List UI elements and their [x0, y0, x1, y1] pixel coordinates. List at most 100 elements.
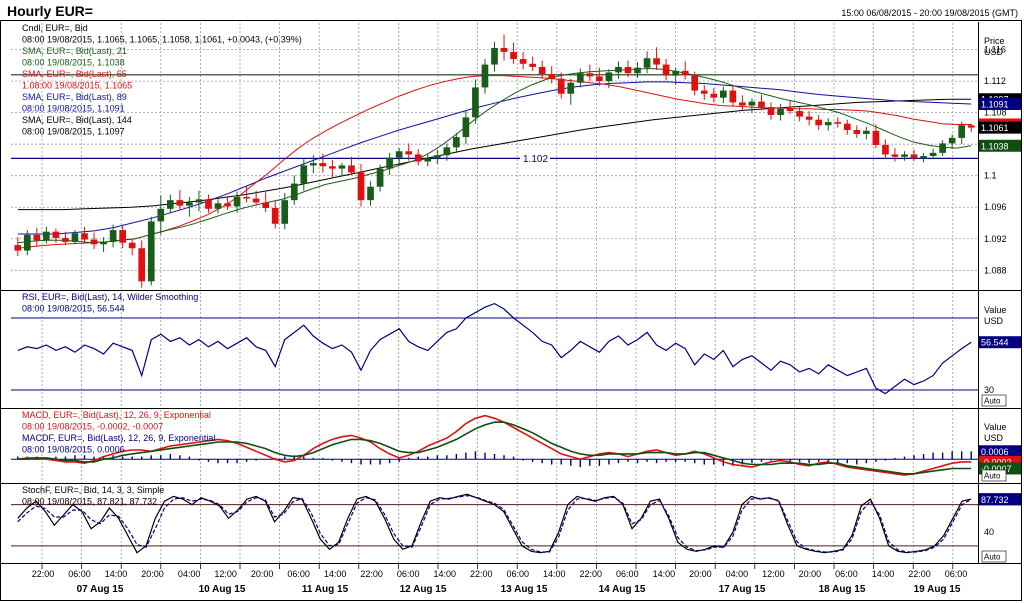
- y-tick-label: 1.112: [984, 76, 1006, 86]
- candle-body: [271, 208, 279, 224]
- x-hour-label: 14:00: [433, 569, 456, 579]
- y-tick-label: 40: [984, 527, 994, 537]
- candle-body: [815, 119, 823, 126]
- candle-body: [967, 125, 975, 128]
- candle-body: [786, 108, 794, 112]
- candle-body: [529, 63, 536, 67]
- candle-body: [491, 48, 498, 65]
- x-hour-label: 12:00: [214, 569, 237, 579]
- x-hour-label: 14:00: [324, 569, 347, 579]
- value-tag-label: 1.1038: [981, 141, 1009, 151]
- x-hour-label: 04:00: [726, 569, 749, 579]
- candle-body: [252, 198, 260, 203]
- auto-scale-label: Auto: [984, 472, 1001, 481]
- candle-body: [157, 208, 165, 222]
- candle-body: [681, 70, 689, 75]
- candle-body: [853, 129, 861, 134]
- candle-body: [834, 122, 842, 124]
- candle-body: [481, 64, 489, 88]
- auto-scale-label: Auto: [984, 397, 1001, 406]
- legend-text: MACD, EUR=, Bid(Last), 12, 26, 9, Expone…: [22, 410, 211, 420]
- legend-text: 08:00 19/08/2015, 1.1091: [22, 104, 125, 114]
- axis-caption: Value: [984, 422, 1006, 432]
- candle-body: [901, 154, 908, 157]
- candle-body: [538, 66, 546, 75]
- axis-caption: USD: [984, 47, 1004, 57]
- x-day-label: 19 Aug 15: [914, 584, 961, 595]
- candle-body: [739, 102, 746, 106]
- candle-body: [939, 143, 946, 153]
- candle-body: [777, 108, 784, 116]
- chart-canvas[interactable]: 1.1161.1121.1081.1041.11.0961.0921.0881.…: [0, 0, 1024, 603]
- candle-body: [43, 231, 50, 241]
- candle-body: [329, 166, 336, 169]
- x-hour-label: 22:00: [908, 569, 931, 579]
- y-tick-label: 1.088: [984, 265, 1007, 275]
- candle-body: [805, 116, 813, 120]
- candle-body: [424, 158, 432, 162]
- candle-body: [500, 48, 508, 52]
- x-hour-label: 22:00: [580, 569, 603, 579]
- x-hour-label: 06:00: [945, 569, 968, 579]
- legend-text: RSI, EUR=, Bid(Last), 14, Wilder Smoothi…: [22, 292, 198, 302]
- candle-body: [672, 70, 679, 76]
- candle-body: [205, 199, 212, 209]
- candle-body: [557, 78, 565, 94]
- candle-body: [214, 203, 222, 209]
- x-hour-label: 14:00: [872, 569, 895, 579]
- candle-body: [576, 73, 584, 83]
- candle-body: [462, 117, 470, 138]
- x-hour-label: 06:00: [397, 569, 420, 579]
- candle-body: [90, 239, 98, 245]
- legend-text: 08:00 19/08/2015, 1.1097: [22, 127, 125, 137]
- legend-text: SMA, EUR=, Bid(Last), 89: [22, 92, 127, 102]
- legend-text: SMA, EUR=, Bid(Last), 21: [22, 46, 127, 56]
- x-day-label: 17 Aug 15: [719, 584, 766, 595]
- y-tick-label: 1.092: [984, 234, 1007, 244]
- candle-body: [176, 200, 184, 206]
- candle-body: [586, 73, 594, 77]
- x-hour-label: 20:00: [251, 569, 274, 579]
- candle-body: [643, 58, 651, 68]
- candle-body: [357, 172, 365, 201]
- candle-body: [281, 200, 289, 224]
- y-tick-label: 1.096: [984, 202, 1007, 212]
- legend-text: SMA, EUR=, Bid(Last), 55: [22, 69, 127, 79]
- x-day-label: 13 Aug 15: [501, 584, 548, 595]
- candle-body: [910, 154, 918, 159]
- candle-body: [81, 233, 88, 240]
- value-tag-label: 87.732: [981, 495, 1009, 505]
- candle-body: [605, 72, 613, 82]
- candle-body: [243, 196, 250, 199]
- candle-body: [224, 203, 231, 207]
- axis-caption: Price: [984, 36, 1005, 46]
- legend-text: 08:00 19/08/2015, 56.544: [22, 304, 125, 314]
- candle-body: [433, 155, 441, 159]
- candle-body: [348, 165, 355, 173]
- candle-body: [62, 237, 69, 242]
- legend-text: 08:00 19/08/2015, 1.1038: [22, 58, 125, 68]
- legend-text: 08:00 19/08/2015, 0.0006: [22, 445, 125, 455]
- axis-caption: USD: [984, 316, 1004, 326]
- candle-body: [119, 230, 126, 243]
- legend-text: Cndl, EUR=, Bid: [22, 23, 88, 33]
- candle-body: [300, 165, 308, 184]
- legend-text: SMA, EUR=, Bid(Last), 144: [22, 115, 132, 125]
- value-tag-label: 0.0006: [981, 447, 1009, 457]
- legend-text: StochF, EUR=, Bid, 14, 3, 3, Simple: [22, 485, 164, 495]
- axis-caption: Value: [984, 305, 1006, 315]
- candle-body: [653, 58, 660, 65]
- candle-body: [548, 74, 556, 79]
- candle-body: [843, 123, 851, 130]
- chart-frame: [0, 20, 1022, 601]
- candle-body: [33, 234, 41, 241]
- x-day-label: 12 Aug 15: [400, 584, 447, 595]
- candle-body: [472, 87, 479, 118]
- candle-body: [319, 163, 327, 167]
- level-label: 1.102: [523, 154, 548, 165]
- x-day-label: 18 Aug 15: [819, 584, 866, 595]
- x-hour-label: 06:00: [68, 569, 91, 579]
- x-hour-label: 14:00: [543, 569, 566, 579]
- x-hour-label: 04:00: [178, 569, 201, 579]
- candle-body: [824, 122, 832, 126]
